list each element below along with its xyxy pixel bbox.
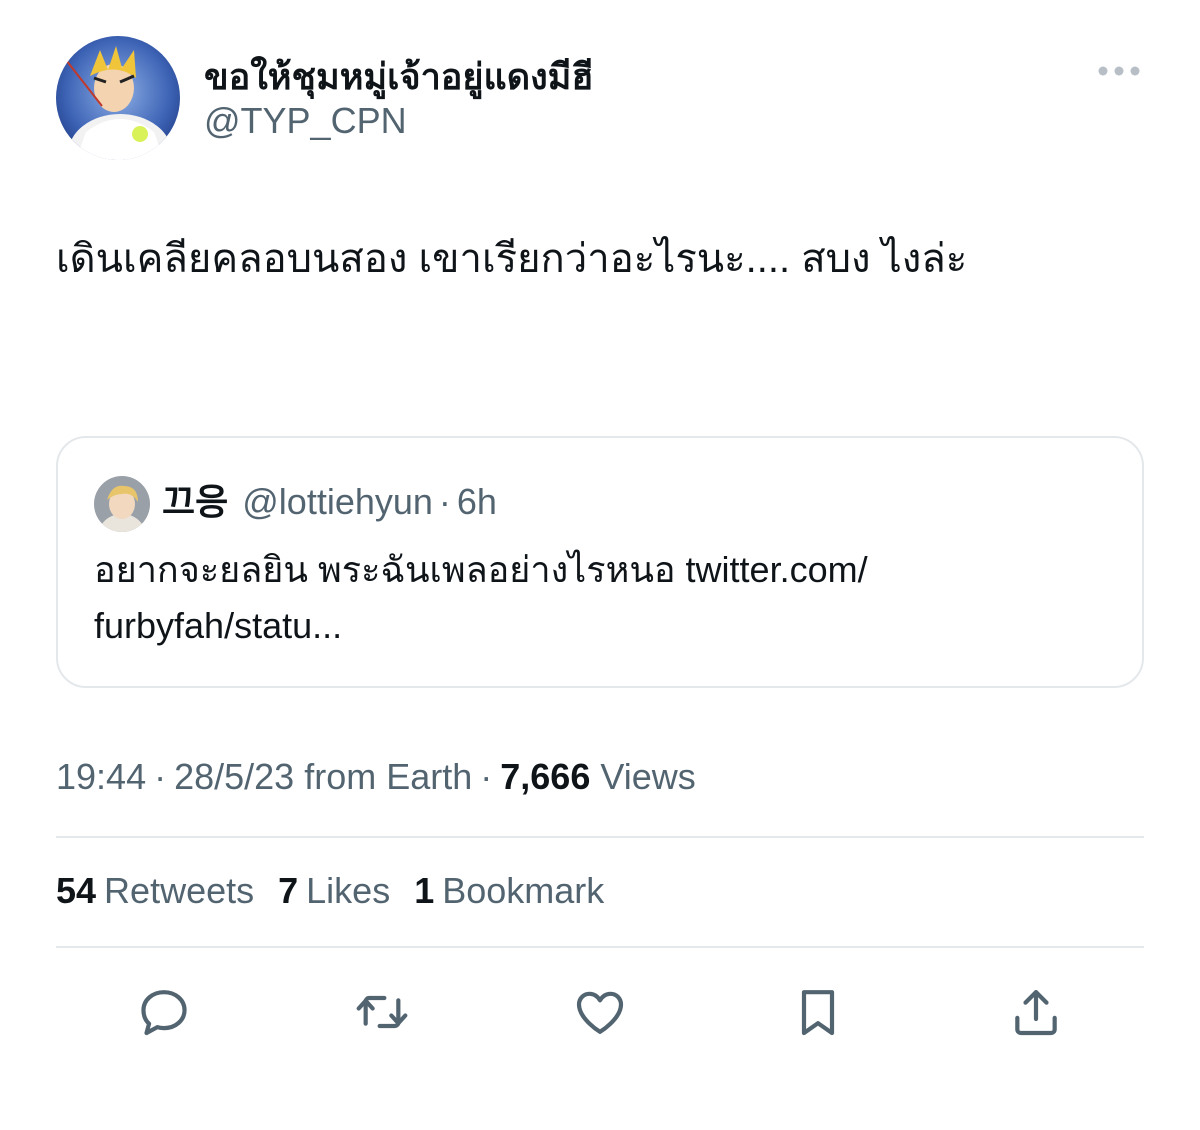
meta-separator: · — [154, 756, 167, 797]
divider — [56, 946, 1144, 948]
views-label: Views — [600, 756, 696, 797]
like-button[interactable] — [568, 980, 632, 1044]
quote-author-name[interactable]: 끄응 — [162, 480, 228, 524]
quote-header: 끄응 @lottiehyun · 6h — [162, 480, 497, 524]
more-dots-icon — [1098, 66, 1140, 76]
tweet-detail: ขอให้ชุมหมู่เจ้าอยู่แดงมีฮี @TYP_CPN เดิ… — [0, 0, 1200, 1130]
quote-timestamp[interactable]: 6h — [457, 480, 497, 524]
reply-button[interactable] — [132, 980, 196, 1044]
views-count: 7,666 — [500, 756, 591, 797]
author-display-name[interactable]: ขอให้ชุมหมู่เจ้าอยู่แดงมีฮี — [204, 48, 593, 105]
likes-count: 7 — [278, 870, 299, 911]
retweets-count: 54 — [56, 870, 97, 911]
bookmarks-stat[interactable]: 1 Bookmark — [414, 870, 604, 912]
retweets-label: Retweets — [104, 870, 255, 911]
bookmark-icon — [801, 990, 835, 1036]
more-options-button[interactable] — [1096, 56, 1142, 86]
reply-icon — [141, 990, 187, 1036]
meta-separator: · — [480, 756, 493, 797]
quoted-tweet[interactable]: 끄응 @lottiehyun · 6h อยากจะยลยิน พระฉันเพ… — [56, 436, 1144, 688]
bookmark-button[interactable] — [786, 980, 850, 1044]
retweets-stat[interactable]: 54 Retweets — [56, 870, 254, 912]
bookmarks-count: 1 — [414, 870, 435, 911]
likes-stat[interactable]: 7 Likes — [278, 870, 390, 912]
share-icon — [1015, 990, 1057, 1036]
divider — [56, 836, 1144, 838]
tweet-date-source[interactable]: 28/5/23 from Earth — [174, 756, 472, 798]
quote-author-handle[interactable]: @lottiehyun — [242, 480, 433, 524]
retweet-icon — [356, 995, 408, 1029]
likes-label: Likes — [306, 870, 391, 911]
quote-separator: · — [438, 481, 451, 522]
quote-text: อยากจะยลยิน พระฉันเพลอย่างไรหนอ twitter.… — [94, 549, 868, 646]
tweet-text: เดินเคลียคลอบนสอง เขาเรียกว่าอะไรนะ.... … — [56, 237, 968, 281]
engagement-stats: 54 Retweets 7 Likes 1 Bookmark — [56, 870, 628, 912]
retweet-button[interactable] — [350, 980, 414, 1044]
quote-avatar[interactable] — [94, 476, 150, 532]
share-button[interactable] — [1004, 980, 1068, 1044]
author-avatar[interactable] — [56, 36, 180, 160]
author-handle[interactable]: @TYP_CPN — [204, 100, 407, 142]
tweet-time[interactable]: 19:44 — [56, 756, 146, 798]
like-icon — [576, 991, 624, 1034]
tweet-meta: 19:44 · 28/5/23 from Earth · 7,666 Views — [56, 756, 696, 798]
bookmarks-label: Bookmark — [442, 870, 605, 911]
